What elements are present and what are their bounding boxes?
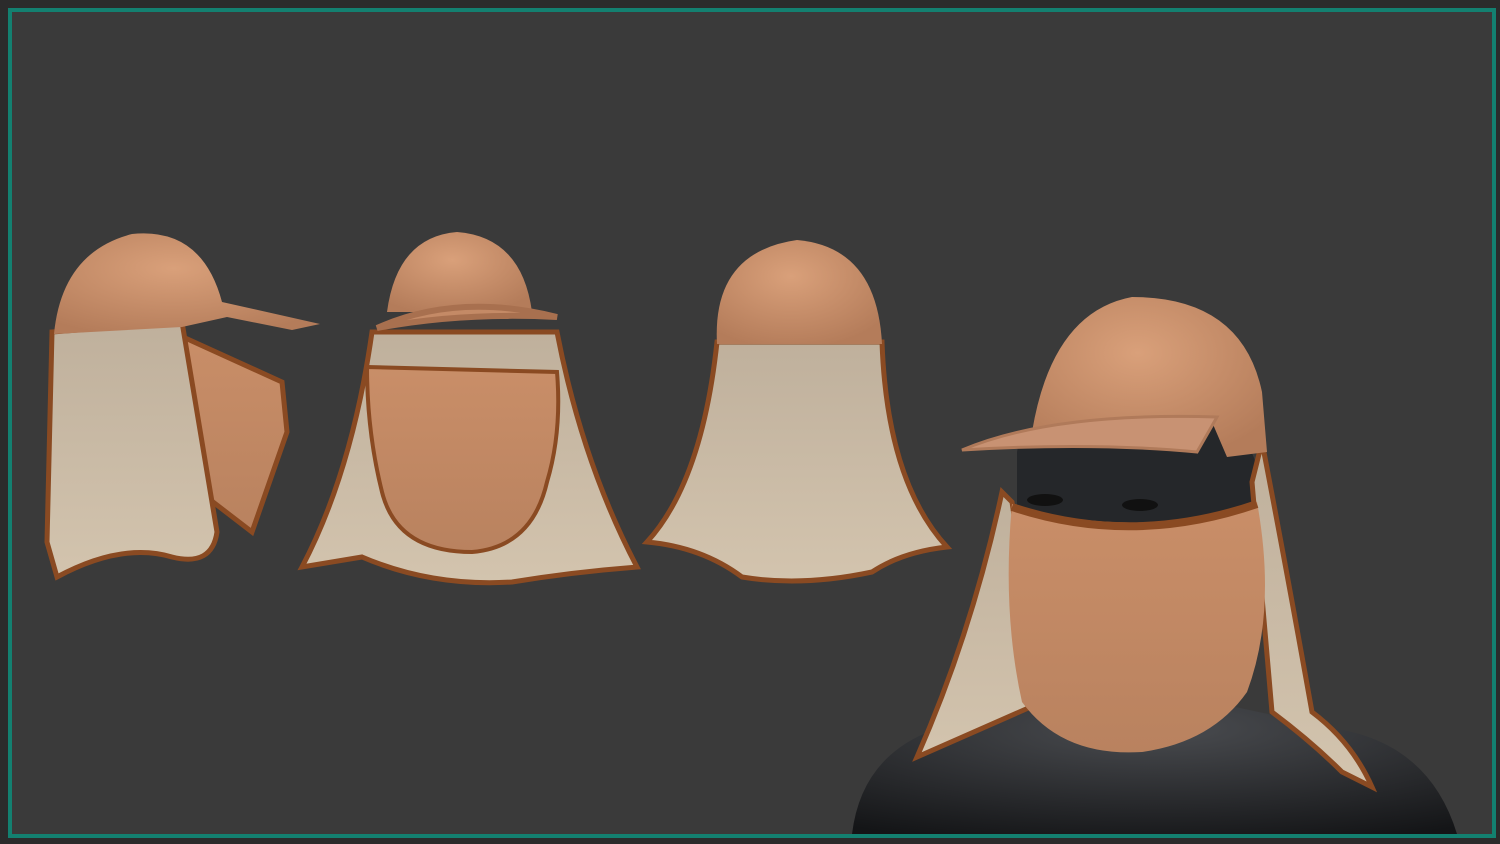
render-canvas — [44, 232, 1457, 834]
mannequin-with-hat — [852, 297, 1457, 834]
teal-border — [8, 8, 1496, 838]
hat-back-view — [641, 240, 953, 584]
hat-side-view — [44, 233, 320, 581]
hat-front-view — [297, 232, 641, 586]
render-frame — [0, 0, 1500, 844]
